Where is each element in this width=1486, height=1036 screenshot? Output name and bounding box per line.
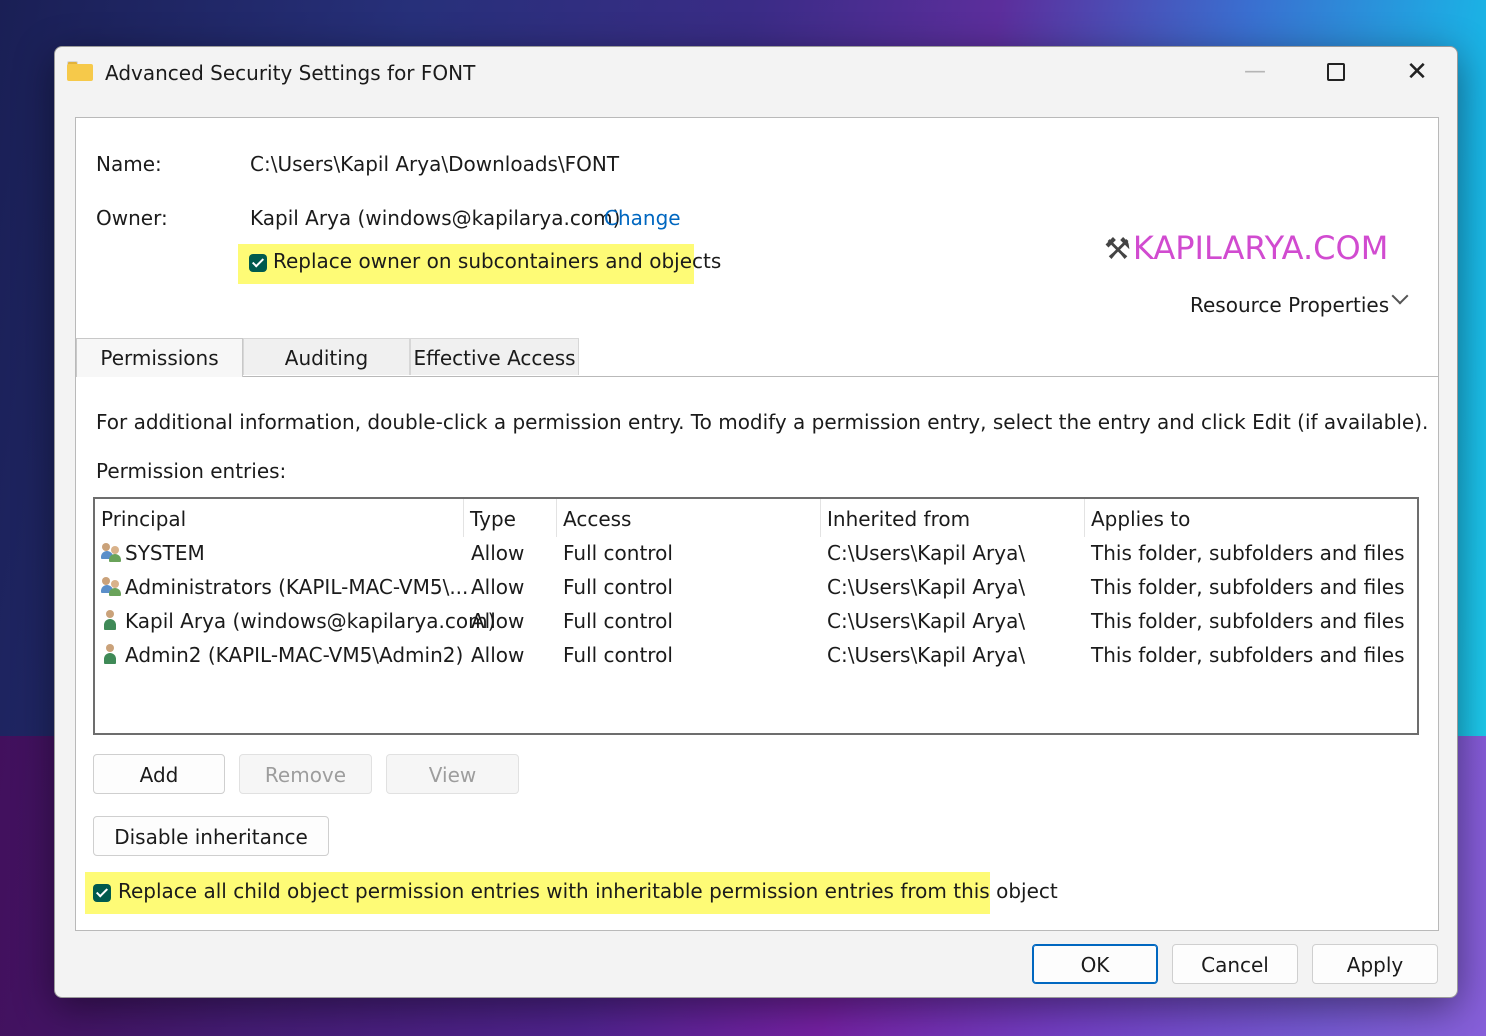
applies-cell: This folder, subfolders and files [1091,609,1405,633]
maximize-icon [1327,63,1345,81]
column-header-applies-to[interactable]: Applies to [1085,499,1415,537]
remove-button[interactable]: Remove [239,754,372,794]
user-icon [101,644,123,666]
column-header-inherited-from[interactable]: Inherited from [821,499,1085,537]
name-label: Name: [96,152,162,176]
hammer-icon: ⚒ [1104,232,1131,267]
view-button[interactable]: View [386,754,519,794]
replace-child-checkbox[interactable] [93,884,111,902]
column-header-access[interactable]: Access [557,499,821,537]
group-icon [101,542,123,564]
inherited-cell: C:\Users\Kapil Arya\ [827,609,1026,633]
minimize-button[interactable]: — [1215,47,1295,99]
ok-button[interactable]: OK [1032,944,1158,984]
owner-value: Kapil Arya (windows@kapilarya.com) [250,206,621,230]
kapilarya-logo: ⚒KAPILARYA.COM [1104,229,1388,267]
main-panel: Name: C:\Users\Kapil Arya\Downloads\FONT… [75,117,1439,931]
chevron-down-icon[interactable] [1391,287,1409,305]
principal-cell: Admin2 (KAPIL-MAC-VM5\Admin2) [125,643,464,667]
apply-button[interactable]: Apply [1312,944,1438,984]
type-cell: Allow [471,541,525,565]
tab-permissions[interactable]: Permissions [76,338,243,377]
permission-entries-list[interactable]: Principal Type Access Inherited from App… [93,497,1419,735]
add-button[interactable]: Add [93,754,225,794]
replace-owner-checkbox[interactable] [249,254,267,272]
owner-label: Owner: [96,206,168,230]
inherited-cell: C:\Users\Kapil Arya\ [827,541,1026,565]
name-value: C:\Users\Kapil Arya\Downloads\FONT [250,152,620,176]
principal-cell: Administrators (KAPIL-MAC-VM5\... [125,575,469,599]
column-header-principal[interactable]: Principal [95,499,464,537]
replace-child-label[interactable]: Replace all child object permission entr… [118,879,1058,903]
cancel-button[interactable]: Cancel [1172,944,1298,984]
tab-effective-access[interactable]: Effective Access [410,338,579,375]
applies-cell: This folder, subfolders and files [1091,643,1405,667]
table-row[interactable]: Kapil Arya (windows@kapilarya.com) Allow… [95,607,1413,641]
access-cell: Full control [563,609,673,633]
disable-inheritance-button[interactable]: Disable inheritance [93,816,329,856]
replace-owner-label[interactable]: Replace owner on subcontainers and objec… [273,249,721,273]
inherited-cell: C:\Users\Kapil Arya\ [827,643,1026,667]
tab-strip: Permissions Auditing Effective Access [76,338,1438,377]
table-row[interactable]: Admin2 (KAPIL-MAC-VM5\Admin2) Allow Full… [95,641,1413,675]
access-cell: Full control [563,541,673,565]
table-row[interactable]: SYSTEM Allow Full control C:\Users\Kapil… [95,539,1413,573]
applies-cell: This folder, subfolders and files [1091,541,1405,565]
advanced-security-dialog: Advanced Security Settings for FONT — ✕ … [54,46,1458,998]
close-button[interactable]: ✕ [1377,47,1457,99]
tab-auditing[interactable]: Auditing [243,338,410,375]
user-icon [101,610,123,632]
column-header-type[interactable]: Type [464,499,557,537]
brand-text: KAPILARYA.COM [1132,229,1389,267]
access-cell: Full control [563,575,673,599]
permission-entries-label: Permission entries: [96,459,287,483]
resource-properties-toggle[interactable]: Resource Properties [1190,293,1389,317]
table-row[interactable]: Administrators (KAPIL-MAC-VM5\... Allow … [95,573,1413,607]
title-bar[interactable]: Advanced Security Settings for FONT — ✕ [55,47,1457,99]
window-title: Advanced Security Settings for FONT [105,61,476,85]
folder-icon [67,61,93,81]
type-cell: Allow [471,643,525,667]
change-owner-link[interactable]: Change [604,206,681,230]
type-cell: Allow [471,575,525,599]
type-cell: Allow [471,609,525,633]
access-cell: Full control [563,643,673,667]
principal-cell: Kapil Arya (windows@kapilarya.com) [125,609,496,633]
group-icon [101,576,123,598]
principal-cell: SYSTEM [125,541,205,565]
applies-cell: This folder, subfolders and files [1091,575,1405,599]
permissions-info-text: For additional information, double-click… [96,410,1429,434]
maximize-button[interactable] [1296,47,1376,99]
inherited-cell: C:\Users\Kapil Arya\ [827,575,1026,599]
